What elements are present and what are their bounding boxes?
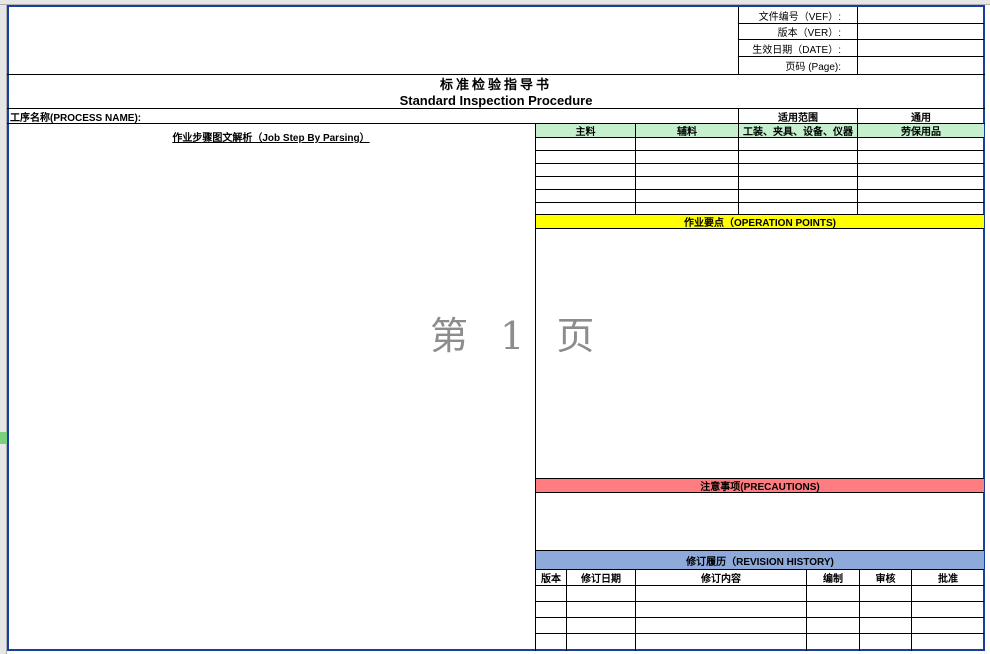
page-watermark: 第 1 页 xyxy=(430,314,605,358)
meta-value-page[interactable] xyxy=(858,57,984,74)
job-step-heading: 作业步骤图文解析（Job Step By Parsing） xyxy=(172,133,370,144)
title-english: Standard Inspection Procedure xyxy=(399,93,593,108)
revision-history-heading: 修订履历（REVISION HISTORY) xyxy=(536,551,984,569)
materials-row-line xyxy=(536,163,984,164)
revision-col-line xyxy=(806,569,807,651)
job-step-area[interactable] xyxy=(8,146,534,650)
title-chinese: 标准检验指导书 xyxy=(439,77,552,92)
scope-label: 适用范围 xyxy=(778,112,818,124)
materials-row-line xyxy=(536,176,984,177)
materials-row-line xyxy=(536,150,984,151)
revision-header-prepared: 编制 xyxy=(823,574,843,585)
revision-header-reviewed: 审核 xyxy=(875,574,896,585)
meta-label-doc-number: 文件编号（VEF）: xyxy=(758,11,841,23)
materials-row-line xyxy=(536,202,984,203)
revision-col-line xyxy=(859,569,860,651)
precautions-heading: 注意事项(PRECAUTIONS) xyxy=(536,479,984,493)
materials-header-aux: 辅料 xyxy=(677,127,697,138)
meta-label-effective-date: 生效日期（DATE）: xyxy=(752,44,841,56)
revision-header-date: 修订日期 xyxy=(581,574,621,585)
revision-row-line xyxy=(536,585,984,586)
revision-row-line xyxy=(536,601,984,602)
revision-col-line xyxy=(566,569,567,651)
materials-header-main: 主料 xyxy=(575,127,596,138)
process-name-label: 工序名称(PROCESS NAME): xyxy=(10,112,142,124)
materials-row-line xyxy=(536,189,984,190)
active-row-marker xyxy=(0,432,7,444)
revision-row-line xyxy=(536,617,984,618)
materials-header-ppe: 劳保用品 xyxy=(901,127,941,138)
meta-value-doc-number[interactable] xyxy=(858,7,984,23)
revision-col-line xyxy=(911,569,912,651)
precautions-area[interactable] xyxy=(536,493,984,550)
revision-header-version: 版本 xyxy=(541,574,561,585)
materials-header-tooling: 工装、夹具、设备、仪器 xyxy=(743,127,853,138)
materials-row-line xyxy=(536,137,984,138)
meta-value-effective-date[interactable] xyxy=(858,40,984,56)
meta-label-page: 页码 (Page): xyxy=(785,62,841,73)
revision-col-line xyxy=(635,569,636,651)
revision-row-line xyxy=(536,633,984,634)
operation-points-heading: 作业要点（OPERATION POINTS) xyxy=(536,215,984,229)
revision-header-content: 修订内容 xyxy=(701,574,741,585)
meta-value-version[interactable] xyxy=(858,24,984,39)
row-header-bar[interactable] xyxy=(0,5,7,654)
meta-label-version: 版本（VER）: xyxy=(777,28,841,39)
revision-header-approved: 批准 xyxy=(938,574,958,585)
scope-value[interactable]: 通用 xyxy=(858,109,984,124)
